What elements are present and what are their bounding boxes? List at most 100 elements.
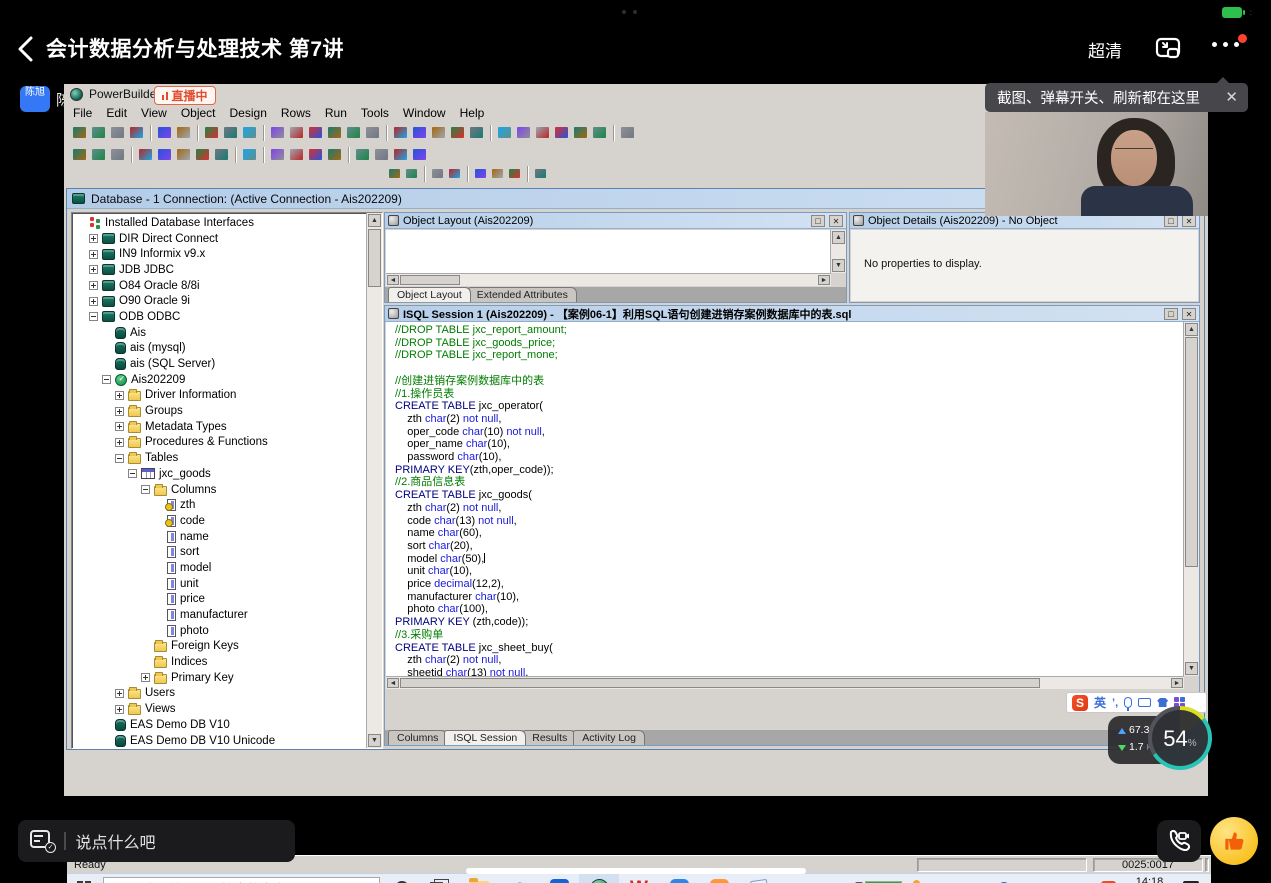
quality-button[interactable]: 超清 [1088, 37, 1122, 62]
tree-item-indices[interactable]: Indices [72, 654, 366, 670]
tab-isql-session[interactable]: ISQL Session [444, 730, 526, 745]
toolbar-icon-21[interactable] [496, 125, 513, 140]
expand-icon[interactable] [89, 265, 98, 274]
toolbar-icon-9[interactable] [241, 147, 258, 162]
toolbar-icon-13[interactable] [326, 125, 343, 140]
scroll-down-icon[interactable]: ▼ [368, 734, 381, 747]
tree-item-o84-oracle-8-8i[interactable]: O84 Oracle 8/8i [72, 278, 366, 294]
toolbar-icon-27[interactable] [619, 125, 636, 140]
tree-item-dir-direct-connect[interactable]: DIR Direct Connect [72, 231, 366, 247]
toolbar-icon-17[interactable] [411, 125, 428, 140]
tree-item-name[interactable]: name [72, 529, 366, 545]
toolbar-icon-11[interactable] [288, 125, 305, 140]
taskbar-app-powerbuilder[interactable] [579, 874, 619, 883]
toolbar-icon-7[interactable] [507, 167, 522, 180]
menu-help[interactable]: Help [453, 106, 492, 120]
tree-item-jxc-goods[interactable]: jxc_goods [72, 466, 366, 482]
expand-icon[interactable] [89, 250, 98, 259]
tree-item-price[interactable]: price [72, 592, 366, 608]
toolbar-icon-4[interactable] [137, 147, 154, 162]
toolbar-icon-16[interactable] [392, 147, 409, 162]
menu-design[interactable]: Design [223, 106, 274, 120]
toolbar-icon-5[interactable] [156, 147, 173, 162]
tree-item-unit[interactable]: unit [72, 576, 366, 592]
toolbar-icon-7[interactable] [203, 125, 220, 140]
tree-item-users[interactable]: Users [72, 686, 366, 702]
collapse-icon[interactable] [128, 469, 137, 478]
expand-icon[interactable] [141, 673, 150, 682]
toolbar-icon-4[interactable] [447, 167, 462, 180]
collapse-icon[interactable] [102, 375, 111, 384]
isql-hscroll[interactable]: ◄► [386, 676, 1184, 689]
taskbar-app-file-explorer[interactable] [459, 874, 499, 883]
toolbar-icon-26[interactable] [591, 125, 608, 140]
sql-editor[interactable]: //DROP TABLE jxc_report_amount;//DROP TA… [386, 322, 1184, 676]
tree-item-zth[interactable]: zth [72, 497, 366, 513]
video-call-button[interactable] [1157, 820, 1201, 862]
back-button[interactable] [14, 34, 40, 64]
toolbar-icon-1[interactable] [71, 125, 88, 140]
toolbar-icon-17[interactable] [411, 147, 428, 162]
menu-run[interactable]: Run [318, 106, 354, 120]
tab-activity-log[interactable]: Activity Log [573, 730, 645, 745]
taskbar-app-internet-explorer[interactable]: e [499, 874, 539, 883]
tree-item-primary-key[interactable]: Primary Key [72, 670, 366, 686]
tree-item-tables[interactable]: Tables [72, 450, 366, 466]
sogou-logo-icon[interactable]: S [1072, 695, 1088, 711]
expand-icon[interactable] [115, 391, 124, 400]
tree-item-odb-odbc[interactable]: ODB ODBC [72, 309, 366, 325]
presenter-webcam[interactable] [985, 112, 1208, 216]
scroll-up-icon[interactable]: ▲ [368, 214, 381, 227]
menu-view[interactable]: View [134, 106, 174, 120]
expand-icon[interactable] [115, 705, 124, 714]
tree-item-ais-sql-server[interactable]: ais (SQL Server) [72, 356, 366, 372]
taskbar-app-wps-office[interactable]: W [619, 874, 659, 883]
taskbar-clock[interactable]: 14:18 2022/10/4 [1125, 876, 1174, 883]
close-icon[interactable] [1182, 215, 1196, 227]
collapse-icon[interactable] [89, 312, 98, 321]
ime-language-toggle[interactable]: 英 [1094, 694, 1106, 711]
toolbar-icon-11[interactable] [288, 147, 305, 162]
toolbar-icon-15[interactable] [364, 125, 381, 140]
home-indicator[interactable] [466, 868, 806, 874]
toolbar-icon-2[interactable] [404, 167, 419, 180]
toolbar-icon-22[interactable] [515, 125, 532, 140]
comment-input[interactable]: ✓ 说点什么吧 [18, 820, 295, 862]
menu-rows[interactable]: Rows [274, 106, 318, 120]
isql-vscroll[interactable]: ▲ ▼ [1183, 322, 1199, 676]
tree-item-ais202209[interactable]: Ais202209 [72, 372, 366, 388]
toolbar-icon-6[interactable] [175, 147, 192, 162]
expand-icon[interactable] [89, 234, 98, 243]
tree-item-manufacturer[interactable]: manufacturer [72, 607, 366, 623]
expand-icon[interactable] [89, 281, 98, 290]
toolbar-icon-10[interactable] [269, 125, 286, 140]
toolbar-icon-20[interactable] [468, 125, 485, 140]
pip-icon[interactable] [1154, 33, 1184, 63]
toolbar-icon-16[interactable] [392, 125, 409, 140]
tree-item-views[interactable]: Views [72, 701, 366, 717]
tree-item-driver-information[interactable]: Driver Information [72, 388, 366, 404]
tree-item-installed-database-interfaces[interactable]: Installed Database Interfaces [72, 215, 366, 231]
toolbar-icon-5[interactable] [473, 167, 488, 180]
toolbar-icon-7[interactable] [194, 147, 211, 162]
taskbar-app-tencent-app[interactable] [659, 874, 699, 883]
more-menu-button[interactable] [1212, 42, 1239, 47]
tree-item-code[interactable]: code [72, 513, 366, 529]
toolbar-icon-23[interactable] [534, 125, 551, 140]
close-icon[interactable] [829, 215, 843, 227]
taskbar-app-pc-manager[interactable]: C [539, 874, 579, 883]
usage-gauge[interactable]: 54 % [1148, 706, 1212, 770]
toolbar-icon-14[interactable] [345, 125, 362, 140]
collapse-icon[interactable] [141, 485, 150, 494]
taskbar-search[interactable]: 在这里输入你要搜索的内容 [103, 877, 380, 883]
expand-icon[interactable] [89, 297, 98, 306]
ime-keyboard-icon[interactable] [1138, 698, 1151, 707]
toolbar-icon-3[interactable] [430, 167, 445, 180]
toolbar-icon-5[interactable] [156, 125, 173, 140]
menu-object[interactable]: Object [174, 106, 223, 120]
toolbar-icon-2[interactable] [90, 147, 107, 162]
maximize-icon[interactable] [1164, 215, 1178, 227]
toolbar-icon-9[interactable] [241, 125, 258, 140]
toolbar-icon-18[interactable] [430, 125, 447, 140]
tree-item-model[interactable]: model [72, 560, 366, 576]
